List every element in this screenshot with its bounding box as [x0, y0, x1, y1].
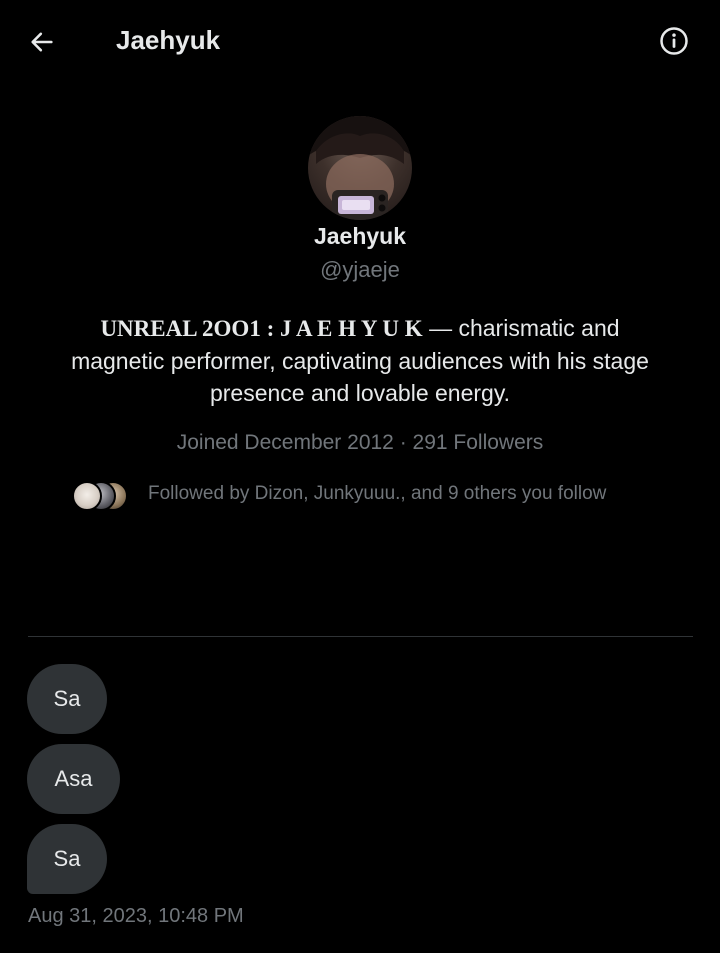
- message-text: Sa: [53, 846, 81, 871]
- mutual-avatar: [72, 481, 102, 511]
- top-bar: Jaehyuk: [0, 0, 720, 80]
- bio-stylized-name: UNREAL 2OO1 : J A E H Y U K: [100, 316, 423, 341]
- followed-by-row[interactable]: Followed by Dizon, Junkyuuu., and 9 othe…: [70, 476, 606, 512]
- message-bubble[interactable]: Asa: [27, 744, 120, 814]
- conversation-info-button[interactable]: [652, 19, 696, 63]
- conversation-title: Jaehyuk: [116, 25, 221, 55]
- profile-avatar[interactable]: [308, 116, 412, 220]
- profile-meta: Joined December 2012 · 291 Followers: [0, 428, 720, 458]
- followed-by-text: Followed by Dizon, Junkyuuu., and 9 othe…: [148, 483, 607, 504]
- profile-name[interactable]: Jaehyuk: [0, 220, 720, 252]
- dm-conversation-screen: Jaehyuk Jaehyuk @yjaeje UNREAL 2OO1 : J …: [0, 0, 720, 953]
- joined-date: Joined December 2012: [176, 431, 394, 454]
- mutual-avatars: [70, 479, 130, 511]
- message-bubble[interactable]: Sa: [27, 664, 107, 734]
- avatar-image: [308, 116, 412, 220]
- divider: [28, 636, 693, 637]
- back-button[interactable]: [20, 20, 64, 64]
- profile-bio: UNREAL 2OO1 : J A E H Y U K — charismati…: [60, 312, 660, 409]
- followers-count[interactable]: 291 Followers: [413, 431, 544, 454]
- info-circle-icon: [660, 27, 688, 55]
- arrow-left-icon: [31, 32, 53, 52]
- message-bubble[interactable]: Sa: [27, 824, 107, 894]
- message-text: Asa: [54, 766, 93, 791]
- message-timestamp: Aug 31, 2023, 10:48 PM: [28, 905, 244, 927]
- profile-handle: @yjaeje: [320, 257, 400, 282]
- message-text: Sa: [53, 686, 81, 711]
- meta-separator: ·: [399, 431, 407, 454]
